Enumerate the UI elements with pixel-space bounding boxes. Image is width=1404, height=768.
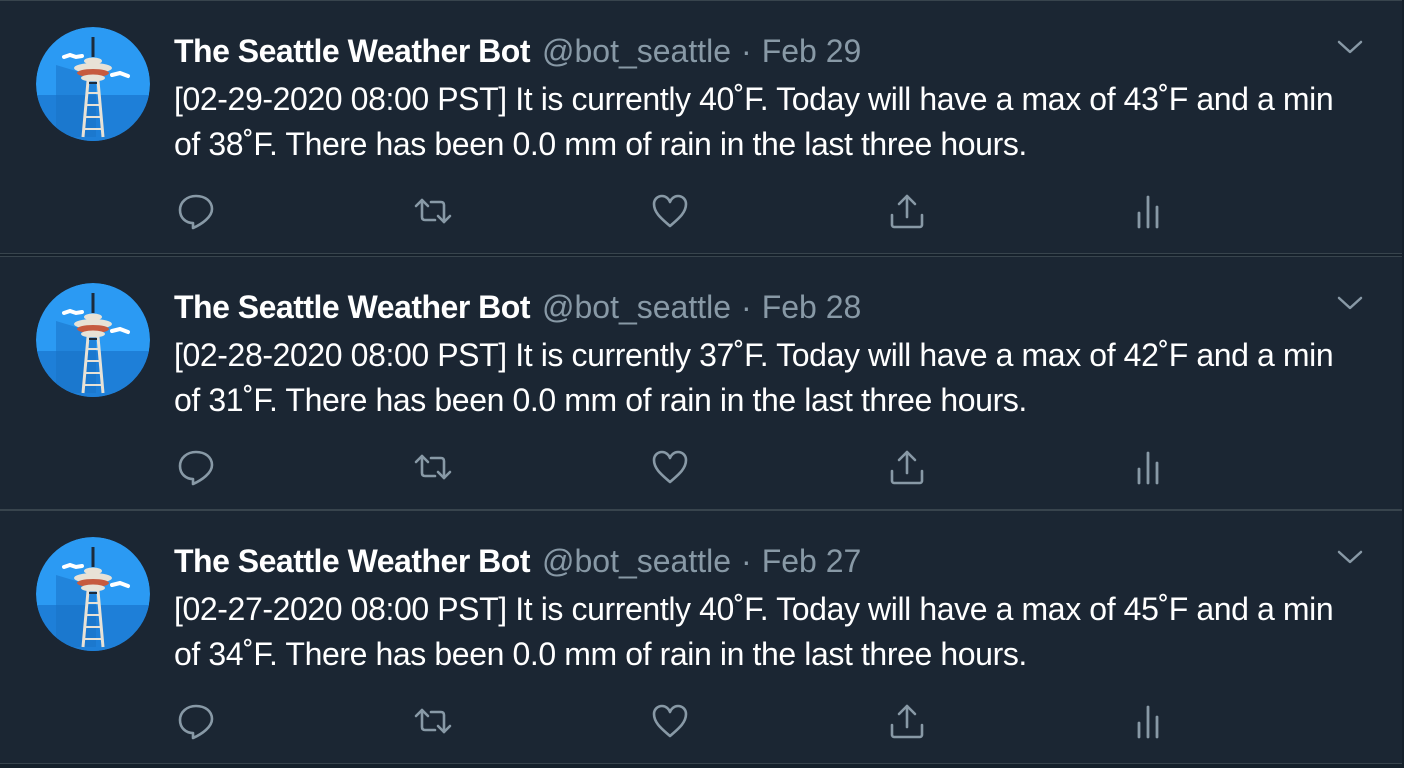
display-name[interactable]: The Seattle Weather Bot (174, 287, 530, 327)
analytics-button[interactable] (1128, 701, 1168, 741)
chevron-down-icon (1337, 296, 1363, 310)
reply-button[interactable] (176, 191, 216, 231)
reply-button[interactable] (176, 701, 216, 741)
space-needle-icon (36, 537, 150, 651)
handle[interactable]: @bot_seattle (542, 287, 731, 327)
analytics-icon (1137, 451, 1159, 485)
heart-icon (652, 194, 688, 228)
tweet[interactable]: The Seattle Weather Bot @bot_seattle · F… (0, 510, 1402, 764)
display-name[interactable]: The Seattle Weather Bot (174, 541, 530, 581)
share-button[interactable] (887, 191, 927, 231)
separator-dot: · (741, 33, 752, 69)
tweet-date[interactable]: Feb 27 (762, 541, 862, 581)
more-options-button[interactable] (1334, 33, 1366, 61)
display-name[interactable]: The Seattle Weather Bot (174, 31, 530, 71)
avatar[interactable] (36, 537, 150, 651)
analytics-icon (1137, 195, 1159, 229)
retweet-icon (414, 454, 452, 480)
tweet-text: [02-28-2020 08:00 PST] It is currently 3… (174, 337, 1334, 418)
share-button[interactable] (887, 701, 927, 741)
share-icon (890, 194, 924, 229)
tweet-header: The Seattle Weather Bot @bot_seattle · F… (174, 287, 861, 327)
more-options-button[interactable] (1334, 289, 1366, 317)
reply-icon (178, 450, 214, 486)
reply-button[interactable] (176, 447, 216, 487)
reply-icon (178, 704, 214, 740)
separator-dot: · (741, 289, 752, 325)
analytics-button[interactable] (1128, 191, 1168, 231)
like-button[interactable] (650, 447, 690, 487)
tweet-text: [02-27-2020 08:00 PST] It is currently 4… (174, 591, 1334, 672)
tweet[interactable]: The Seattle Weather Bot @bot_seattle · F… (0, 0, 1402, 254)
analytics-button[interactable] (1128, 447, 1168, 487)
tweet-text: [02-29-2020 08:00 PST] It is currently 4… (174, 81, 1334, 162)
tweet-header: The Seattle Weather Bot @bot_seattle · F… (174, 31, 861, 71)
chevron-down-icon (1337, 550, 1363, 564)
retweet-icon (414, 198, 452, 224)
handle[interactable]: @bot_seattle (542, 541, 731, 581)
space-needle-icon (36, 283, 150, 397)
space-needle-icon (36, 27, 150, 141)
share-button[interactable] (887, 447, 927, 487)
tweet-date[interactable]: Feb 29 (762, 31, 862, 71)
share-icon (890, 704, 924, 739)
more-options-button[interactable] (1334, 543, 1366, 571)
tweet[interactable]: The Seattle Weather Bot @bot_seattle · F… (0, 256, 1402, 510)
chevron-down-icon (1337, 40, 1363, 54)
like-button[interactable] (650, 701, 690, 741)
retweet-button[interactable] (413, 191, 453, 231)
retweet-button[interactable] (413, 701, 453, 741)
tweet-header: The Seattle Weather Bot @bot_seattle · F… (174, 541, 861, 581)
heart-icon (652, 450, 688, 484)
retweet-icon (414, 708, 452, 734)
handle[interactable]: @bot_seattle (542, 31, 731, 71)
heart-icon (652, 704, 688, 738)
avatar[interactable] (36, 27, 150, 141)
tweet-date[interactable]: Feb 28 (762, 287, 862, 327)
reply-icon (178, 194, 214, 230)
separator-dot: · (741, 543, 752, 579)
timeline: The Seattle Weather Bot @bot_seattle · F… (0, 0, 1404, 768)
analytics-icon (1137, 705, 1159, 739)
share-icon (890, 450, 924, 485)
like-button[interactable] (650, 191, 690, 231)
avatar[interactable] (36, 283, 150, 397)
retweet-button[interactable] (413, 447, 453, 487)
